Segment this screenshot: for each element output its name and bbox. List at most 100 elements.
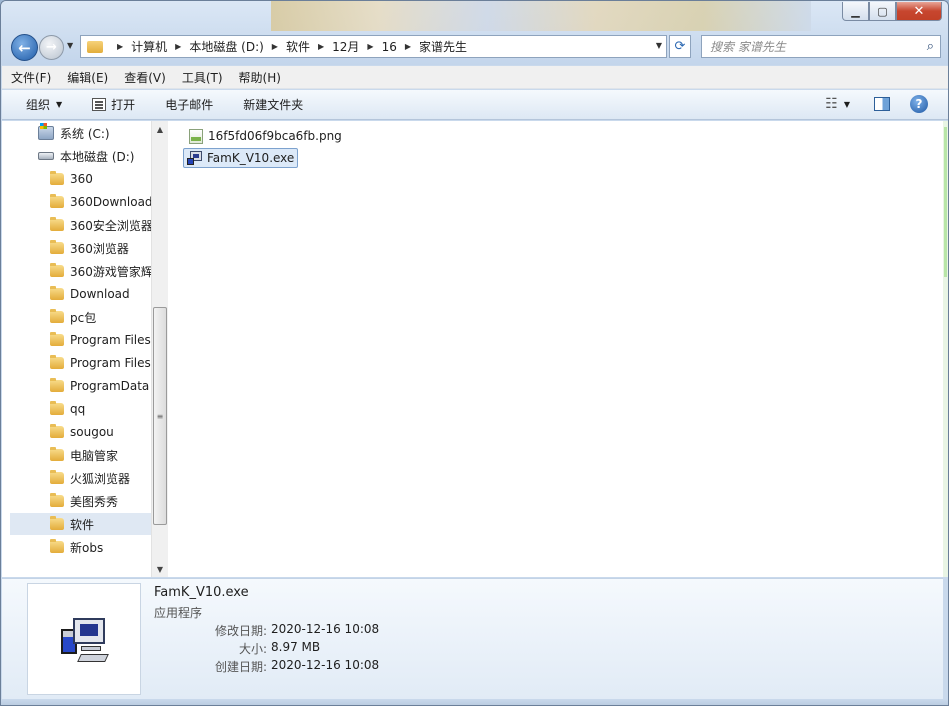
tree-item-label: 360游戏管家辉 bbox=[70, 264, 153, 279]
file-item-exe-selected[interactable]: FamK_V10.exe bbox=[183, 148, 299, 168]
breadcrumb-current[interactable]: 家谱先生 bbox=[419, 38, 467, 55]
folder-icon bbox=[50, 378, 64, 392]
file-item-png[interactable]: 16f5fd06f9bca6fb.png bbox=[186, 126, 345, 146]
details-file-type: 应用程序 bbox=[154, 606, 203, 620]
tree-item-folder[interactable]: 美图秀秀 bbox=[50, 490, 118, 512]
folder-icon bbox=[50, 493, 64, 507]
views-dropdown-icon[interactable]: ▼ bbox=[844, 100, 850, 109]
tree-item-folder[interactable]: 360安全浏览器 bbox=[50, 214, 153, 236]
tree-item-folder[interactable]: Program Files bbox=[50, 352, 151, 374]
scroll-up-icon[interactable]: ▲ bbox=[152, 121, 168, 137]
breadcrumb-drive-d[interactable]: 本地磁盘 (D:) bbox=[189, 38, 263, 55]
tree-item-folder[interactable]: 新obs bbox=[50, 536, 103, 558]
open-icon bbox=[92, 98, 107, 111]
tree-item-label: 系统 (C:) bbox=[60, 126, 110, 141]
address-bar[interactable]: ▶ 计算机 ▶ 本地磁盘 (D:) ▶ 软件 ▶ 12月 ▶ 16 ▶ 家谱先生… bbox=[80, 35, 667, 58]
forward-button[interactable]: → bbox=[39, 35, 64, 60]
breadcrumb-december[interactable]: 12月 bbox=[332, 38, 359, 55]
preview-pane-icon[interactable] bbox=[874, 97, 890, 111]
background-window-peek bbox=[271, 1, 811, 31]
tree-item-label: 360安全浏览器 bbox=[70, 218, 153, 233]
chevron-right-icon[interactable]: ▶ bbox=[405, 42, 411, 51]
command-bar: 组织 ▼ 打开 电子邮件 新建文件夹 ☷ ▼ ? bbox=[2, 90, 948, 120]
search-icon[interactable]: ⌕ bbox=[927, 39, 934, 54]
refresh-button[interactable]: ⟳ bbox=[669, 35, 691, 58]
menu-edit[interactable]: 编辑(E) bbox=[67, 69, 108, 86]
new-folder-button[interactable]: 新建文件夹 bbox=[243, 96, 303, 113]
folder-icon bbox=[50, 401, 64, 415]
tree-item-label: 火狐浏览器 bbox=[70, 471, 131, 486]
folder-icon bbox=[50, 424, 64, 438]
setup-exe-icon bbox=[59, 616, 109, 666]
folder-icon bbox=[87, 40, 103, 53]
tree-item-folder[interactable]: qq bbox=[50, 398, 85, 420]
tree-item-folder[interactable]: 360Download bbox=[50, 191, 153, 213]
tree-item-label: Program Files bbox=[70, 333, 151, 347]
chevron-right-icon[interactable]: ▶ bbox=[367, 42, 373, 51]
tree-item-folder[interactable]: 电脑管家 bbox=[50, 444, 118, 466]
tree-item-folder[interactable]: 360浏览器 bbox=[50, 237, 129, 259]
png-file-icon bbox=[189, 128, 203, 144]
tree-item-folder[interactable]: sougou bbox=[50, 421, 114, 443]
chevron-right-icon[interactable]: ▶ bbox=[318, 42, 324, 51]
address-dropdown-icon[interactable]: ▼ bbox=[656, 41, 662, 50]
right-edge-scroll bbox=[943, 121, 948, 577]
back-button[interactable]: ← bbox=[11, 34, 38, 61]
help-icon[interactable]: ? bbox=[910, 95, 928, 113]
folder-icon bbox=[50, 539, 64, 553]
menu-view[interactable]: 查看(V) bbox=[124, 69, 166, 86]
tree-item-folder[interactable]: pc包 bbox=[50, 306, 96, 328]
folder-icon bbox=[50, 171, 64, 185]
folder-icon bbox=[50, 355, 64, 369]
folder-icon bbox=[50, 263, 64, 277]
chevron-down-icon: ▼ bbox=[56, 100, 63, 109]
tree-item-folder[interactable]: Program Files bbox=[50, 329, 151, 351]
folder-icon bbox=[50, 332, 64, 346]
breadcrumb-16[interactable]: 16 bbox=[382, 40, 397, 54]
close-button[interactable]: ✕ bbox=[896, 2, 942, 21]
tree-item-label: pc包 bbox=[70, 310, 97, 325]
menu-file[interactable]: 文件(F) bbox=[11, 69, 51, 86]
chevron-right-icon[interactable]: ▶ bbox=[117, 42, 123, 51]
organize-button[interactable]: 组织 ▼ bbox=[26, 96, 62, 113]
search-placeholder: 搜索 家谱先生 bbox=[710, 40, 786, 54]
tree-item-folder[interactable]: Download bbox=[50, 283, 130, 305]
maximize-button[interactable]: ▢ bbox=[869, 2, 896, 21]
tree-item-drive-d[interactable]: 本地磁盘 (D:) bbox=[38, 145, 134, 167]
folder-icon bbox=[50, 217, 64, 231]
tree-item-folder-selected[interactable]: 软件 bbox=[10, 513, 151, 535]
toolbar-right: ☷ ▼ ? bbox=[825, 95, 928, 113]
window-controls: ▁ ▢ ✕ bbox=[842, 2, 942, 21]
minimize-button[interactable]: ▁ bbox=[842, 2, 869, 21]
file-name: 16f5fd06f9bca6fb.png bbox=[208, 129, 342, 143]
recent-pages-dropdown[interactable]: ▼ bbox=[67, 41, 73, 50]
menu-tools[interactable]: 工具(T) bbox=[182, 69, 223, 86]
tree-item-folder[interactable]: ProgramData bbox=[50, 375, 149, 397]
details-modified-row: 修改日期: 2020-12-16 10:08 bbox=[154, 622, 379, 639]
tree-item-folder[interactable]: 火狐浏览器 bbox=[50, 467, 130, 489]
tree-item-label: Download bbox=[70, 287, 130, 301]
tree-item-folder[interactable]: 360 bbox=[50, 168, 93, 190]
folder-icon bbox=[50, 286, 64, 300]
details-file-name: FamK_V10.exe bbox=[154, 585, 249, 600]
email-button[interactable]: 电子邮件 bbox=[165, 96, 213, 113]
file-list[interactable]: 16f5fd06f9bca6fb.png FamK_V10.exe bbox=[168, 121, 943, 577]
breadcrumb-computer[interactable]: 计算机 bbox=[131, 38, 167, 55]
views-icon[interactable]: ☷ bbox=[825, 96, 838, 112]
chevron-right-icon[interactable]: ▶ bbox=[272, 42, 278, 51]
details-created-row: 创建日期: 2020-12-16 10:08 bbox=[154, 658, 379, 675]
tree-item-drive-c[interactable]: 系统 (C:) bbox=[38, 122, 110, 144]
breadcrumb-software[interactable]: 软件 bbox=[286, 38, 310, 55]
chevron-right-icon[interactable]: ▶ bbox=[175, 42, 181, 51]
organize-label: 组织 bbox=[26, 98, 51, 112]
tree-item-label: 新obs bbox=[70, 540, 104, 555]
open-button[interactable]: 打开 bbox=[92, 96, 135, 113]
tree-item-folder[interactable]: 360游戏管家辉 bbox=[50, 260, 153, 282]
search-input[interactable]: 搜索 家谱先生 ⌕ bbox=[701, 35, 941, 58]
title-bar: ▁ ▢ ✕ ← → ▼ ▶ 计算机 ▶ 本地磁盘 (D:) ▶ 软件 ▶ 12月… bbox=[1, 1, 948, 65]
menu-help[interactable]: 帮助(H) bbox=[239, 69, 281, 86]
scroll-down-icon[interactable]: ▼ bbox=[152, 561, 168, 577]
navigation-scrollbar[interactable]: ▲ ≡ ▼ bbox=[151, 121, 168, 577]
explorer-window: ▁ ▢ ✕ ← → ▼ ▶ 计算机 ▶ 本地磁盘 (D:) ▶ 软件 ▶ 12月… bbox=[0, 0, 949, 706]
scrollbar-thumb[interactable]: ≡ bbox=[153, 307, 167, 525]
